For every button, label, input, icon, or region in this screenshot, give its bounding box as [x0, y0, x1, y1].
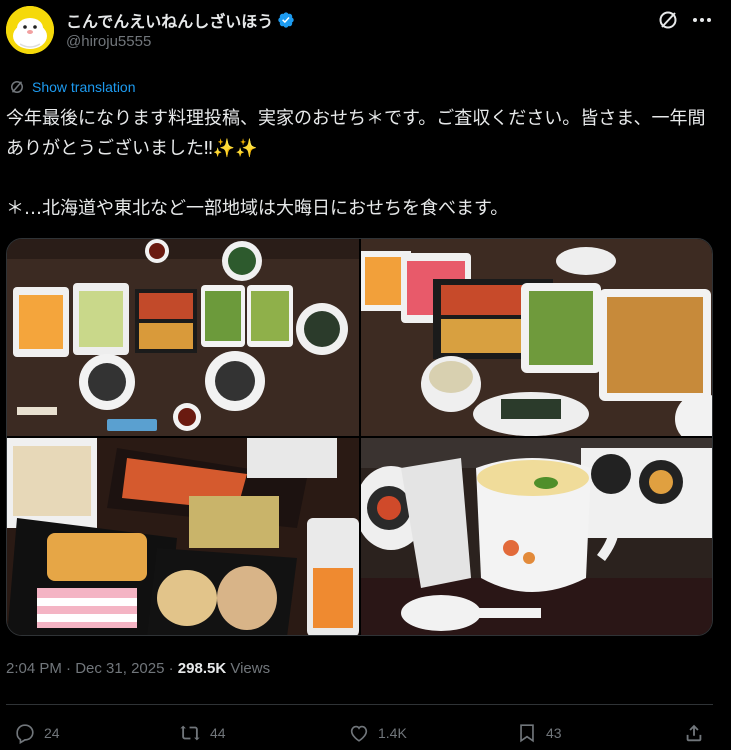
photo-chawanmushi[interactable]	[361, 438, 712, 635]
avatar[interactable]	[6, 6, 54, 54]
show-translation-label[interactable]: Show translation	[32, 79, 136, 95]
tweet-header: こんでんえいねんしざいほう @hiroju5555	[0, 0, 731, 60]
tweet-meta: 2:04 PM · Dec 31, 2025 · 298.5K Views	[6, 660, 270, 677]
divider	[6, 704, 713, 705]
reply-icon	[16, 724, 34, 744]
display-name[interactable]: こんでんえいねんしざいほう	[66, 8, 273, 32]
tweet-time[interactable]: 2:04 PM	[6, 660, 62, 677]
photo-osechi-boxes[interactable]	[361, 239, 712, 436]
author-handle[interactable]: @hiroju5555	[66, 33, 151, 50]
grok-translate-icon	[11, 81, 23, 93]
verified-badge-icon	[278, 12, 294, 28]
like-button[interactable]: 1.4K	[348, 722, 407, 744]
bookmark-count: 43	[546, 725, 562, 741]
tweet-text: 今年最後になります料理投稿、実家のおせち＊です。ご査収ください。皆さま、一年間あ…	[6, 108, 706, 219]
action-bar: 24 44 1.4K 43	[0, 720, 731, 750]
meta-separator-2: ·	[164, 660, 178, 677]
views-count: 298.5K	[177, 660, 227, 677]
bookmark-button[interactable]: 43	[516, 722, 562, 744]
author-name-row[interactable]: こんでんえいねんしざいほう	[66, 8, 295, 32]
photo-jubako-closeup[interactable]	[7, 438, 359, 635]
share-icon	[686, 724, 702, 742]
media-grid[interactable]	[6, 238, 713, 636]
views-label: Views	[230, 660, 271, 677]
bookmark-icon	[520, 724, 534, 743]
seal-avatar-icon	[6, 6, 54, 54]
repost-icon	[180, 725, 200, 741]
reply-button[interactable]: 24	[14, 722, 60, 744]
reply-count: 24	[44, 725, 60, 741]
like-count: 1.4K	[378, 725, 407, 741]
photo-osechi-spread[interactable]	[7, 239, 359, 436]
tweet-date[interactable]: Dec 31, 2025	[75, 660, 164, 677]
repost-count: 44	[210, 725, 226, 741]
repost-button[interactable]: 44	[178, 722, 226, 744]
more-options-icon[interactable]	[688, 6, 716, 34]
show-translation-link[interactable]: Show translation	[8, 78, 136, 96]
share-button[interactable]	[683, 722, 713, 744]
meta-separator: ·	[61, 660, 76, 677]
grok-icon[interactable]	[656, 8, 680, 32]
heart-icon	[350, 725, 368, 742]
